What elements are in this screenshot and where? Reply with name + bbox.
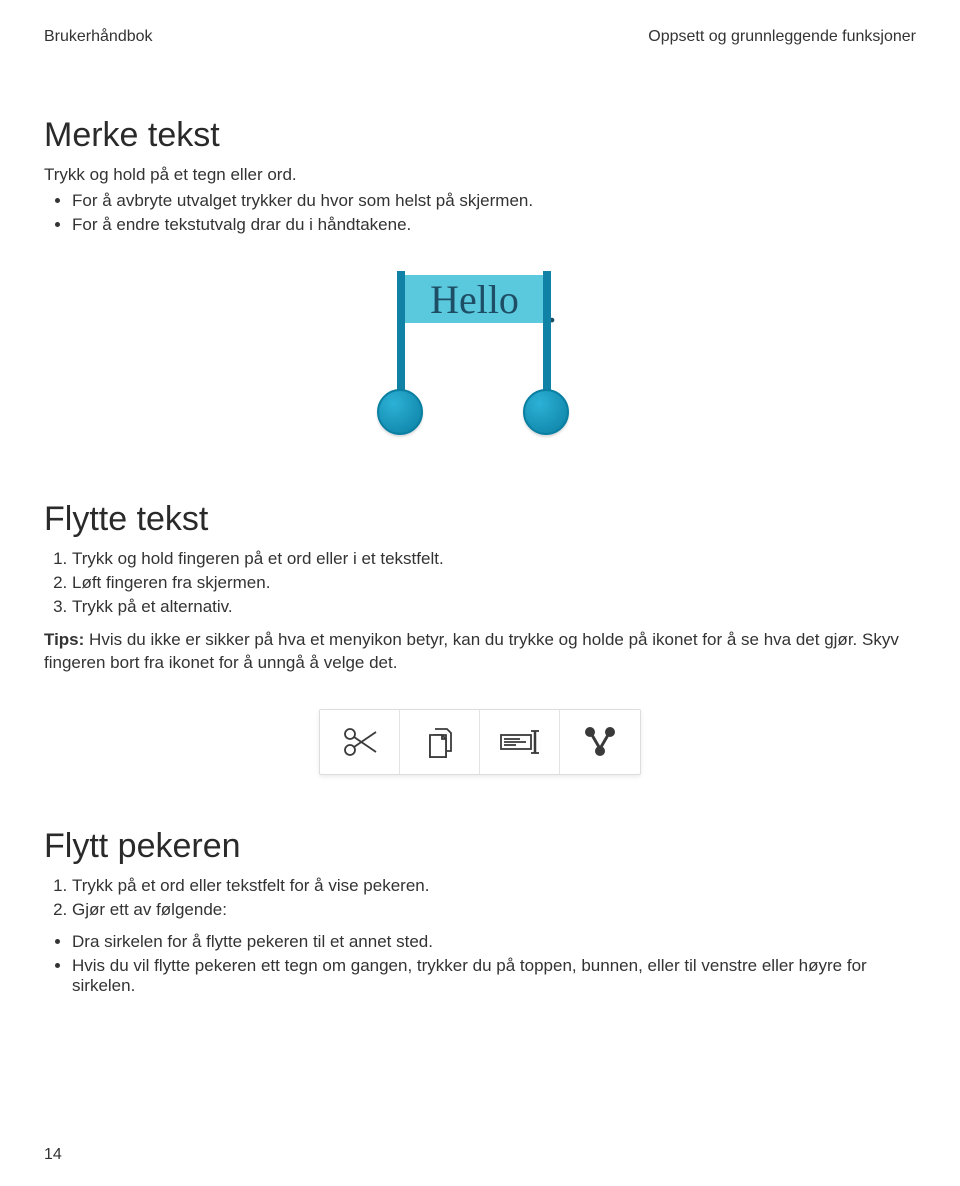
page-number: 14 [44,1146,62,1164]
selected-text: Hello [401,275,548,323]
list-item: Trykk på et ord eller tekstfelt for å vi… [72,876,916,896]
share-button[interactable] [560,710,640,774]
text-action-toolbar [319,709,641,775]
list-item: For å avbryte utvalget trykker du hvor s… [72,191,916,211]
section2-steps: Trykk og hold fingeren på et ord eller i… [44,549,916,617]
tips-text: Hvis du ikke er sikker på hva et menyiko… [44,630,899,672]
selection-bar-right [543,271,551,391]
header-left: Brukerhåndbok [44,28,153,46]
tips-paragraph: Tips: Hvis du ikke er sikker på hva et m… [44,629,916,675]
figure-text-selection: Hello . [44,269,916,454]
section3-steps: Trykk på et ord eller tekstfelt for å vi… [44,876,916,920]
selection-bar-left [397,271,405,391]
tips-label: Tips: [44,630,84,649]
selection-handle-right[interactable] [523,389,569,435]
section-title-merke-tekst: Merke tekst [44,116,916,155]
share-icon [582,725,618,759]
section3-bullets: Dra sirkelen for å flytte pekeren til et… [44,932,916,996]
list-item: Hvis du vil flytte pekeren ett tegn om g… [72,956,916,996]
section1-intro: Trykk og hold på et tegn eller ord. [44,165,916,185]
list-item: For å endre tekstutvalg drar du i håndta… [72,215,916,235]
selection-handle-left[interactable] [377,389,423,435]
list-item: Løft fingeren fra skjermen. [72,573,916,593]
list-item: Trykk på et alternativ. [72,597,916,617]
list-item: Trykk og hold fingeren på et ord eller i… [72,549,916,569]
section1-bullets: For å avbryte utvalget trykker du hvor s… [44,191,916,235]
list-item: Gjør ett av følgende: [72,900,916,920]
section-title-flytt-pekeren: Flytt pekeren [44,827,916,866]
paste-button[interactable] [480,710,560,774]
copy-icon [422,723,458,761]
selection-illustration: Hello . [395,269,565,454]
figure-toolbar [44,709,916,775]
cut-button[interactable] [320,710,400,774]
page-header: Brukerhåndbok Oppsett og grunnleggende f… [44,28,916,46]
paste-icon [498,729,542,755]
copy-button[interactable] [400,710,480,774]
cut-icon [340,724,380,760]
list-item: Dra sirkelen for å flytte pekeren til et… [72,932,916,952]
header-right: Oppsett og grunnleggende funksjoner [648,28,916,46]
section-title-flytte-tekst: Flytte tekst [44,500,916,539]
